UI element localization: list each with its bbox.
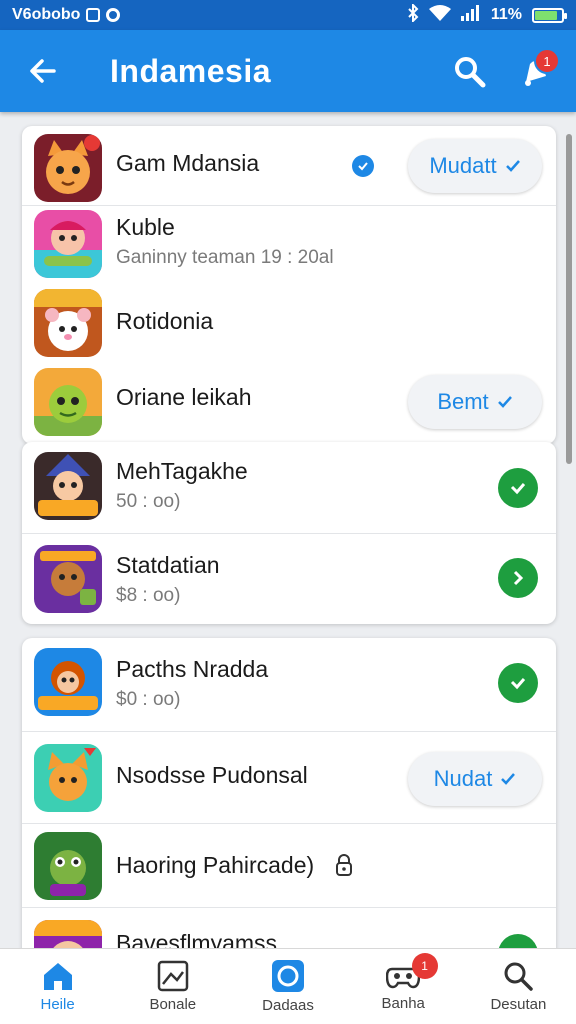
checkmark-icon — [497, 396, 512, 408]
monkey-king-icon — [34, 648, 102, 716]
witch-icon — [34, 452, 102, 520]
update-button-label: Mudatt — [429, 153, 497, 178]
back-button[interactable] — [20, 48, 66, 94]
bluetooth-icon — [407, 2, 419, 27]
nav-label: Bonale — [149, 996, 197, 1013]
list-item[interactable]: MehTagakhe 50 : oo) — [22, 442, 556, 534]
hamster-icon — [34, 289, 102, 357]
checkmark-icon — [510, 483, 526, 495]
checkmark-icon — [501, 773, 516, 785]
battery-icon — [532, 7, 567, 23]
app-name: MehTagakhe — [116, 458, 248, 484]
game-list: Gam Mdansia Mudatt Kuble Ganinny teaman … — [0, 112, 576, 948]
camera-icon — [272, 960, 304, 992]
verified-icon — [352, 155, 374, 177]
green-frog-icon — [34, 832, 102, 900]
list-item[interactable]: Kuble Ganinny teaman 19 : 20al — [22, 206, 556, 286]
search-icon — [504, 962, 534, 991]
app-name: Rotidonia — [116, 308, 214, 334]
update-button-label: Nudat — [433, 766, 493, 791]
install-button[interactable]: Bemt — [408, 375, 542, 429]
image-icon — [157, 960, 189, 992]
install-button-label: Bemt — [437, 389, 489, 414]
arrow-left-icon — [30, 59, 56, 83]
nav-badge: 1 — [411, 953, 438, 979]
notification-button[interactable]: 1 — [512, 48, 560, 94]
list-item[interactable]: Bavesflmyamss — [22, 908, 556, 948]
bottom-navigation: Heile Bonale Dadaas 1 Banha Desutan — [0, 948, 576, 1024]
nav-bonale[interactable]: Bonale — [115, 949, 230, 1024]
card-group-1: Gam Mdansia Mudatt Kuble Ganinny teaman … — [22, 126, 556, 444]
nav-label: Desutan — [490, 996, 547, 1013]
checkmark-icon — [505, 160, 520, 172]
home-icon — [43, 963, 72, 990]
nav-desutan[interactable]: Desutan — [461, 949, 576, 1024]
list-item[interactable]: Nsodsse Pudonsal Nudat — [22, 732, 556, 824]
list-item[interactable]: Haoring Pahircade) — [22, 824, 556, 908]
app-name: Statdatian — [116, 552, 220, 578]
app-subtitle: $0 : oo) — [116, 689, 181, 710]
nav-home[interactable]: Heile — [0, 949, 115, 1024]
search-icon — [455, 57, 486, 88]
sim-icon — [86, 8, 101, 22]
installed-status-button[interactable] — [498, 663, 538, 703]
list-item[interactable]: Rotidonia — [22, 286, 556, 360]
update-button[interactable]: Nudat — [408, 752, 542, 806]
nav-dadaas[interactable]: Dadaas — [230, 949, 345, 1024]
list-item[interactable]: Statdatian $8 : oo) — [22, 534, 556, 624]
app-name: Bavesflmyamss — [116, 930, 278, 948]
cartoon-dog-icon — [34, 920, 102, 948]
pink-doll-icon — [34, 210, 102, 278]
app-name: Pacths Nradda — [116, 656, 269, 682]
monkey-warrior-icon — [34, 545, 102, 613]
search-button[interactable] — [446, 48, 492, 94]
nav-label: Heile — [40, 996, 75, 1013]
app-subtitle: 50 : oo) — [116, 491, 181, 512]
open-button[interactable] — [498, 558, 538, 598]
app-name: Kuble — [116, 214, 175, 240]
battery-fill — [535, 10, 558, 20]
list-item[interactable]: Gam Mdansia Mudatt — [22, 126, 556, 206]
status-bar: V6obobo 11% — [0, 0, 576, 30]
installed-status-button[interactable] — [498, 934, 538, 948]
app-name: Gam Mdansia — [116, 150, 260, 176]
app-subtitle: Ganinny teaman 19 : 20al — [116, 247, 334, 268]
chevron-right-icon — [513, 570, 524, 586]
orange-cat-icon — [34, 134, 102, 202]
wifi-icon — [428, 4, 451, 26]
app-subtitle: $8 : oo) — [116, 585, 181, 606]
battery-text: 11% — [490, 6, 522, 23]
app-name: Haoring Pahircade) — [116, 852, 315, 878]
app-name: Oriane leikah — [116, 384, 252, 410]
orange-fox-icon — [34, 744, 102, 812]
installed-status-button[interactable] — [498, 468, 538, 508]
notification-badge: 1 — [534, 48, 560, 74]
list-item[interactable]: Pacths Nradda $0 : oo) — [22, 638, 556, 732]
update-button[interactable]: Mudatt — [408, 139, 542, 193]
nav-label: Banha — [381, 995, 425, 1012]
card-group-3: Pacths Nradda $0 : oo) Nsodsse Pudonsal … — [22, 638, 556, 948]
scrollbar[interactable] — [566, 134, 572, 464]
green-monster-icon — [34, 368, 102, 436]
signal-icon — [460, 4, 481, 26]
nav-label: Dadaas — [262, 997, 314, 1014]
list-item[interactable]: Oriane leikah Bemt — [22, 360, 556, 444]
app-bar: Indamesia 1 — [0, 30, 576, 112]
lock-icon — [334, 854, 354, 881]
nav-banha[interactable]: 1 Banha — [346, 949, 461, 1024]
card-group-2: MehTagakhe 50 : oo) Statdatian $8 : oo) — [22, 442, 556, 624]
page-title: Indamesia — [110, 52, 272, 89]
checkmark-icon — [510, 678, 526, 690]
status-left-text: V6obobo — [12, 6, 81, 23]
app-name: Nsodsse Pudonsal — [116, 762, 308, 788]
settings-icon — [106, 8, 121, 22]
